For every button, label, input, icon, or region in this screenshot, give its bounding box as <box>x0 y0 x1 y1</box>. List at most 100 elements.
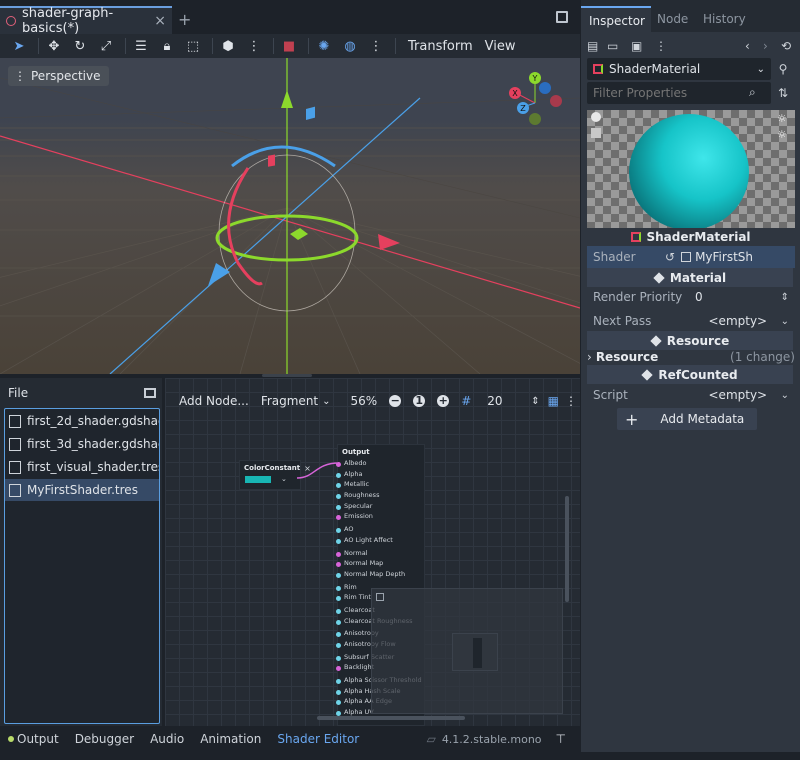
perspective-menu-button[interactable]: ⋮ Perspective <box>8 66 109 86</box>
new-resource-icon[interactable]: ▤ <box>587 39 607 53</box>
file-item-selected[interactable]: MyFirstShader.tres <box>5 479 159 501</box>
minimap-resize-icon[interactable] <box>376 593 384 601</box>
lock-icon[interactable]: 🔒︎ <box>156 37 178 55</box>
color-swatch[interactable] <box>245 475 271 483</box>
port-normal-map[interactable]: Normal Map <box>336 559 424 570</box>
chevron-down-icon[interactable]: ⌄ <box>781 316 789 327</box>
history-icon[interactable]: ⟲ <box>781 39 795 53</box>
horizontal-scrollbar[interactable] <box>317 716 465 720</box>
more-icon[interactable]: ⋮ <box>365 37 387 55</box>
zoom-in-icon[interactable]: + <box>437 395 450 407</box>
preview-box-toggle-icon[interactable] <box>591 128 601 138</box>
scene-tab[interactable]: shader-graph-basics(*) × <box>0 6 172 36</box>
shader-value[interactable]: MyFirstSh <box>695 250 753 264</box>
add-node-button[interactable]: Add Node... <box>179 394 249 408</box>
environment-icon[interactable]: ◍ <box>339 37 361 55</box>
resource-type-dropdown[interactable]: ShaderMaterial ⌄ <box>587 58 771 80</box>
port-ao-light-affect[interactable]: AO Light Affect <box>336 536 424 547</box>
tab-node[interactable]: Node <box>649 6 695 32</box>
spinner-icon[interactable]: ⇕ <box>781 292 789 303</box>
pin-panel-icon[interactable]: ⊤ <box>556 732 566 746</box>
bottom-tab-output[interactable]: Output <box>17 732 59 746</box>
move-tool-icon[interactable]: ✥ <box>43 37 65 55</box>
bottom-tab-shader-editor[interactable]: Shader Editor <box>277 732 359 746</box>
shader-stage-select[interactable]: Fragment ⌄ <box>261 394 331 408</box>
port-alpha[interactable]: Alpha <box>336 470 424 481</box>
light-2-icon[interactable]: ☼ <box>777 128 787 141</box>
close-tab-icon[interactable]: × <box>154 13 166 29</box>
add-tab-button[interactable]: + <box>178 10 191 29</box>
scale-tool-icon[interactable]: ⤢ <box>95 37 117 55</box>
port-ao[interactable]: AO <box>336 525 424 536</box>
chevron-down-icon[interactable]: ⌄ <box>781 390 789 401</box>
select-tool-icon[interactable]: ➤ <box>8 37 30 55</box>
yz-plane-handle[interactable] <box>306 106 315 121</box>
port-normal-map-depth[interactable]: Normal Map Depth <box>336 570 424 581</box>
file-item[interactable]: first_3d_shader.gdshad... <box>5 433 159 455</box>
xy-plane-handle[interactable] <box>268 154 275 167</box>
x-move-arrow[interactable] <box>378 234 400 250</box>
forward-icon[interactable]: › <box>763 39 781 53</box>
splitter-grip[interactable] <box>262 374 312 377</box>
bottom-tab-debugger[interactable]: Debugger <box>75 732 134 746</box>
zoom-reset-icon[interactable]: 1 <box>413 395 426 407</box>
y-move-arrow[interactable] <box>281 90 293 108</box>
minimap-icon[interactable]: ▦ <box>548 394 559 408</box>
light-1-icon[interactable]: ☼ <box>777 112 787 125</box>
more-icon[interactable]: ⋮ <box>655 39 675 53</box>
port-emission[interactable]: Emission <box>336 512 424 523</box>
copy-version-icon[interactable]: ▱ <box>427 732 436 746</box>
bottom-tab-audio[interactable]: Audio <box>150 732 184 746</box>
section-refcounted[interactable]: RefCounted <box>587 365 793 384</box>
orientation-gizmo[interactable]: Y X Z <box>509 72 562 125</box>
snap-distance-value[interactable]: 20 <box>487 394 527 408</box>
port-normal[interactable]: Normal <box>336 549 424 560</box>
sun-icon[interactable]: ✺ <box>313 37 335 55</box>
preview-sphere-toggle-icon[interactable] <box>591 112 601 122</box>
vertical-scrollbar[interactable] <box>565 496 569 602</box>
3d-viewport[interactable]: Y X Z ⋮ Perspective <box>0 58 580 374</box>
spinner-icon[interactable]: ⇕ <box>531 396 539 407</box>
camera-icon[interactable]: ■ <box>278 37 300 55</box>
port-specular[interactable]: Specular <box>336 502 424 513</box>
visual-shader-graph[interactable]: Add Node... Fragment ⌄ 56% − 1 + # 20 ⇕ … <box>165 378 580 726</box>
save-icon[interactable]: ▣ <box>631 39 655 53</box>
tab-history[interactable]: History <box>695 6 755 32</box>
port-metallic[interactable]: Metallic <box>336 480 424 491</box>
local-space-icon[interactable]: ⬢ <box>217 37 239 55</box>
file-menu[interactable]: File <box>8 386 28 400</box>
transform-menu[interactable]: Transform <box>408 39 473 54</box>
open-folder-icon[interactable]: ▭ <box>607 39 631 53</box>
zoom-out-icon[interactable]: − <box>389 395 402 407</box>
port-roughness[interactable]: Roughness <box>336 491 424 502</box>
z-rotation-ring[interactable] <box>231 145 336 168</box>
toggle-files-icon[interactable] <box>144 388 156 398</box>
port-albedo[interactable]: Albedo <box>336 459 424 470</box>
file-item[interactable]: first_visual_shader.tres <box>5 456 159 478</box>
graph-minimap[interactable] <box>371 588 563 714</box>
z-move-arrow[interactable] <box>208 263 230 286</box>
view-menu[interactable]: View <box>485 39 516 54</box>
file-item[interactable]: first_2d_shader.gdshad... <box>5 410 159 432</box>
distraction-free-icon[interactable] <box>556 11 568 23</box>
revert-icon[interactable]: ↺ <box>665 250 675 264</box>
filter-properties-input[interactable] <box>587 82 771 104</box>
color-constant-node[interactable]: ColorConstant × ⌄ <box>239 460 311 490</box>
object-properties-icon[interactable]: ⚲ <box>771 62 795 76</box>
render-priority-value[interactable]: 0 <box>695 290 781 304</box>
tab-inspector[interactable]: Inspector <box>581 6 651 32</box>
add-metadata-button[interactable]: + Add Metadata <box>617 408 757 430</box>
snap-grid-icon[interactable]: # <box>461 394 471 408</box>
script-value[interactable]: <empty> <box>695 388 781 402</box>
back-icon[interactable]: ‹ <box>745 39 763 53</box>
list-select-icon[interactable]: ☰ <box>130 37 152 55</box>
group-icon[interactable]: ⬚ <box>182 37 204 55</box>
next-pass-value[interactable]: <empty> <box>695 314 781 328</box>
snap-icon[interactable]: ⋮ <box>243 37 265 55</box>
chevron-down-icon[interactable]: ⌄ <box>281 475 287 483</box>
sort-icon[interactable]: ⇅ <box>771 86 795 100</box>
rotate-tool-icon[interactable]: ↻ <box>69 37 91 55</box>
shader-property-row[interactable]: Shader ↺ MyFirstSh <box>587 246 795 268</box>
arrange-icon[interactable]: ⋮ <box>565 394 577 408</box>
bottom-tab-animation[interactable]: Animation <box>200 732 261 746</box>
